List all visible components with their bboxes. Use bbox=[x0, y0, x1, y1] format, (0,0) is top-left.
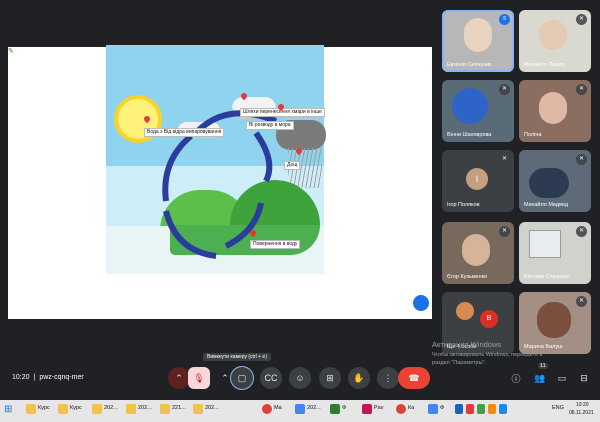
tray-icon[interactable] bbox=[466, 404, 474, 414]
mic-off-icon: ✕ bbox=[576, 296, 587, 307]
windows-start-icon[interactable]: ⊞ bbox=[4, 404, 16, 416]
meeting-time: 10:20 bbox=[12, 374, 30, 381]
participant-name: Єгор Кузьменко bbox=[447, 274, 488, 280]
end-call-icon[interactable]: ☎ bbox=[398, 367, 430, 389]
folder-icon[interactable] bbox=[330, 404, 340, 414]
folder-icon[interactable] bbox=[126, 404, 136, 414]
mic-off-icon: ✕ bbox=[576, 154, 587, 165]
participant-name: Ігор Поляков bbox=[447, 202, 480, 208]
participant-name: Марина Балуш bbox=[524, 344, 563, 350]
captions-icon[interactable]: CC bbox=[260, 367, 282, 389]
folder-icon[interactable] bbox=[160, 404, 170, 414]
mic-off-icon: ✕ bbox=[576, 84, 587, 95]
mic-off-icon: ✕ bbox=[499, 84, 510, 95]
participant-tile[interactable]: ✕ Поліна bbox=[519, 80, 591, 142]
folder-icon[interactable] bbox=[92, 404, 102, 414]
participant-name: Евгенія Сипчуник bbox=[447, 62, 492, 68]
separator: | bbox=[33, 374, 36, 381]
participant-tile[interactable]: І ✕ Ігор Поляков bbox=[442, 150, 514, 212]
folder-icon[interactable] bbox=[58, 404, 68, 414]
chat-icon[interactable]: ▭ bbox=[551, 367, 573, 389]
top-strip bbox=[0, 0, 600, 8]
label-return: Повернення в воду bbox=[250, 240, 301, 249]
meeting-info: 10:20 | pwz-cqnq-mer bbox=[12, 374, 84, 381]
edit-icon[interactable]: ✎ bbox=[8, 47, 16, 55]
clock-time[interactable]: 10:20 bbox=[576, 402, 589, 408]
avatar: В bbox=[480, 310, 498, 328]
taskbar-item[interactable]: Ф bbox=[342, 405, 346, 411]
activation-line3: раздел "Параметры". bbox=[432, 360, 487, 366]
participant-name: Михайло Медвед bbox=[524, 202, 569, 208]
annotate-fab[interactable] bbox=[413, 295, 429, 311]
participant-name: Поліна bbox=[524, 132, 542, 138]
taskbar-item[interactable]: 202... bbox=[104, 405, 118, 411]
tray-icon[interactable] bbox=[488, 404, 496, 414]
people-icon[interactable]: 👥 bbox=[529, 367, 551, 389]
participant-name: Вікторія Стаценко bbox=[524, 274, 570, 280]
folder-icon[interactable] bbox=[295, 404, 305, 414]
label-sea: Ві розводу в мора bbox=[246, 121, 294, 130]
tooltip: Вимкнути камеру (ctrl + e) bbox=[203, 353, 271, 361]
taskbar-item[interactable]: 202... bbox=[205, 405, 219, 411]
avatar bbox=[456, 302, 474, 320]
emoji-icon[interactable]: ☺ bbox=[289, 367, 311, 389]
taskbar-item[interactable]: Pav bbox=[374, 405, 383, 411]
taskbar-item[interactable]: Курс bbox=[70, 405, 82, 411]
taskbar-item[interactable]: Ma bbox=[274, 405, 282, 411]
folder-icon[interactable] bbox=[193, 404, 203, 414]
participants-count: 11 bbox=[538, 363, 548, 369]
folder-icon[interactable] bbox=[428, 404, 438, 414]
mic-off-icon: ✕ bbox=[499, 154, 510, 165]
more-vertical-icon[interactable]: ⋮ bbox=[377, 367, 399, 389]
speaking-icon: ≡ bbox=[499, 14, 510, 25]
taskbar-item[interactable]: 202... bbox=[307, 405, 321, 411]
participant-tile[interactable]: ✕ Єгор Кузьменко bbox=[442, 222, 514, 284]
label-rain: Дощ bbox=[284, 161, 301, 170]
tray-icon[interactable] bbox=[455, 404, 463, 414]
avatar: І bbox=[466, 168, 488, 190]
participant-tile[interactable]: ✕ Марина Балуш bbox=[519, 292, 591, 354]
mic-off-icon: ✕ bbox=[576, 14, 587, 25]
camera-icon[interactable]: ▢ bbox=[231, 367, 253, 389]
folder-icon[interactable] bbox=[26, 404, 36, 414]
meeting-code: pwz-cqnq-mer bbox=[39, 374, 84, 381]
participant-tile[interactable]: ✕ Вінни Шаховрова bbox=[442, 80, 514, 142]
language-indicator[interactable]: ENG bbox=[552, 405, 564, 411]
activation-line2: Чтобы активировать Windows, перейдите в bbox=[432, 352, 543, 358]
more-icon[interactable]: ⌃ bbox=[168, 367, 190, 389]
mic-off-icon: ✕ bbox=[576, 226, 587, 237]
mic-off-icon[interactable]: 🎙 bbox=[188, 367, 210, 389]
mic-off-icon: ✕ bbox=[499, 226, 510, 237]
tray-icon[interactable] bbox=[477, 404, 485, 414]
label-evaporation: Вода з Від відра випаровування bbox=[144, 128, 225, 137]
hand-icon[interactable]: ✋ bbox=[348, 367, 370, 389]
participant-name: Вінни Шаховрова bbox=[447, 132, 492, 138]
participant-tile[interactable]: ✕ Михайло Пацер bbox=[519, 10, 591, 72]
participant-tile[interactable]: ✕ Вікторія Стаценко bbox=[519, 222, 591, 284]
taskbar-item[interactable]: Курс bbox=[38, 405, 50, 411]
folder-icon[interactable] bbox=[362, 404, 372, 414]
tray-icon[interactable] bbox=[499, 404, 507, 414]
participant-name: Михайло Пацер bbox=[524, 62, 565, 68]
chrome-icon[interactable] bbox=[262, 404, 272, 414]
participant-tile[interactable]: ✕ Михайло Медвед bbox=[519, 150, 591, 212]
info-icon[interactable]: ⓘ bbox=[505, 367, 527, 389]
activation-title: Активация Windows bbox=[432, 340, 502, 349]
activities-icon[interactable]: ⊟ bbox=[573, 367, 595, 389]
present-icon[interactable]: ⊞ bbox=[319, 367, 341, 389]
taskbar-item[interactable]: Ф bbox=[440, 405, 444, 411]
participant-tile[interactable]: ≡ Евгенія Сипчуник bbox=[442, 10, 514, 72]
chrome-icon[interactable] bbox=[396, 404, 406, 414]
clock-date[interactable]: 08.11.2021 bbox=[569, 410, 594, 416]
taskbar-item[interactable]: 221... bbox=[172, 405, 186, 411]
taskbar-item[interactable]: Ка bbox=[408, 405, 414, 411]
taskbar-item[interactable]: 202... bbox=[138, 405, 152, 411]
